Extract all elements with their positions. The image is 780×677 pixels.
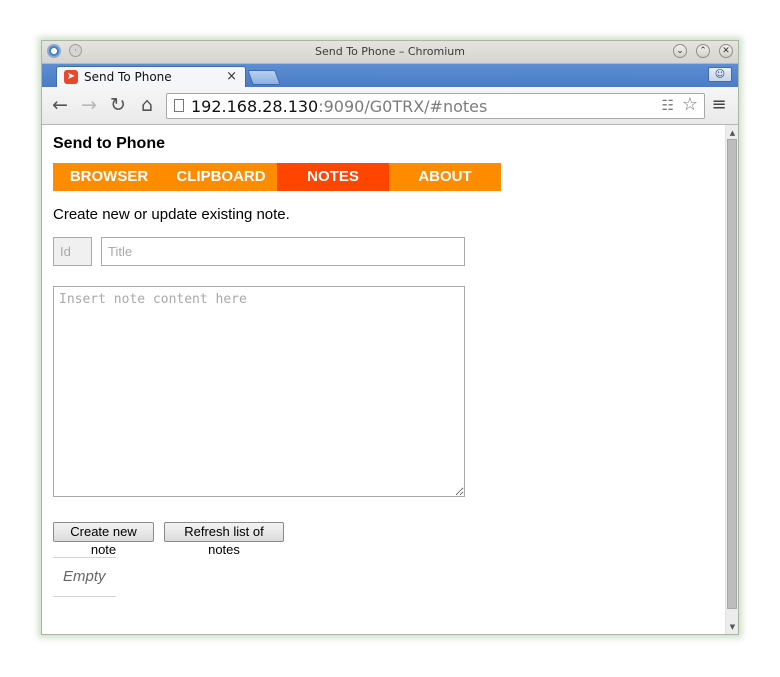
- forward-button[interactable]: →: [77, 93, 101, 117]
- tab-browser[interactable]: BROWSER: [53, 163, 165, 191]
- profile-icon[interactable]: ☺: [708, 67, 732, 82]
- create-note-button[interactable]: Create new note: [53, 522, 154, 557]
- refresh-notes-button[interactable]: Refresh list of notes: [164, 522, 284, 557]
- new-tab-button[interactable]: [247, 70, 281, 85]
- bookmark-star-icon[interactable]: ☆: [682, 96, 698, 114]
- close-window-button[interactable]: ✕: [719, 44, 733, 58]
- reload-button[interactable]: ↻: [106, 93, 130, 117]
- send-to-phone-favicon-icon: ➤: [64, 70, 78, 84]
- scroll-up-arrow-icon[interactable]: ▲: [728, 129, 737, 137]
- minimize-button[interactable]: ⌄: [673, 44, 687, 58]
- home-button[interactable]: ⌂: [135, 93, 159, 117]
- notes-intro-text: Create new or update existing note.: [53, 206, 290, 223]
- scrollbar-thumb[interactable]: [727, 139, 737, 609]
- browser-toolbar: ← → ↻ ⌂ 192.168.28.130:9090/G0TRX/#notes…: [42, 87, 738, 125]
- scroll-down-arrow-icon[interactable]: ▼: [728, 623, 737, 631]
- back-button[interactable]: ←: [48, 93, 72, 117]
- note-title-field[interactable]: [101, 237, 465, 266]
- translate-icon[interactable]: ☷: [661, 97, 674, 115]
- browser-menu-button[interactable]: ≡: [707, 93, 731, 117]
- tab-clipboard[interactable]: CLIPBOARD: [165, 163, 277, 191]
- page-title: Send to Phone: [53, 135, 165, 152]
- page-icon: [174, 99, 184, 112]
- tab-about[interactable]: ABOUT: [389, 163, 501, 191]
- window-title: Send To Phone – Chromium: [315, 45, 465, 58]
- note-content-textarea[interactable]: [53, 286, 465, 497]
- browser-window: · Send To Phone – Chromium ⌄ ⌃ ✕ ➤ Send …: [41, 40, 739, 635]
- browser-tab-send-to-phone[interactable]: ➤ Send To Phone ×: [56, 66, 246, 87]
- notes-list: Empty: [53, 557, 116, 597]
- page-viewport: Send to Phone BROWSER CLIPBOARD NOTES AB…: [42, 125, 725, 634]
- url-path: :9090/G0TRX/#notes: [318, 97, 488, 116]
- section-tabs: BROWSER CLIPBOARD NOTES ABOUT: [53, 163, 501, 191]
- notes-empty-text: Empty: [63, 568, 106, 585]
- browser-tab-title: Send To Phone: [84, 70, 172, 84]
- url-host: 192.168.28.130: [191, 97, 319, 116]
- note-id-field[interactable]: [53, 237, 92, 266]
- url-text[interactable]: 192.168.28.130:9090/G0TRX/#notes: [191, 97, 487, 116]
- tab-close-icon[interactable]: ×: [226, 69, 237, 84]
- page-scrollbar[interactable]: ▲ ▼: [725, 125, 738, 634]
- tab-notes[interactable]: NOTES: [277, 163, 389, 191]
- window-titlebar: · Send To Phone – Chromium ⌄ ⌃ ✕: [42, 41, 738, 64]
- maximize-button[interactable]: ⌃: [696, 44, 710, 58]
- address-bar[interactable]: 192.168.28.130:9090/G0TRX/#notes ☷ ☆: [166, 93, 705, 119]
- tab-strip: ➤ Send To Phone × ☺: [42, 64, 738, 87]
